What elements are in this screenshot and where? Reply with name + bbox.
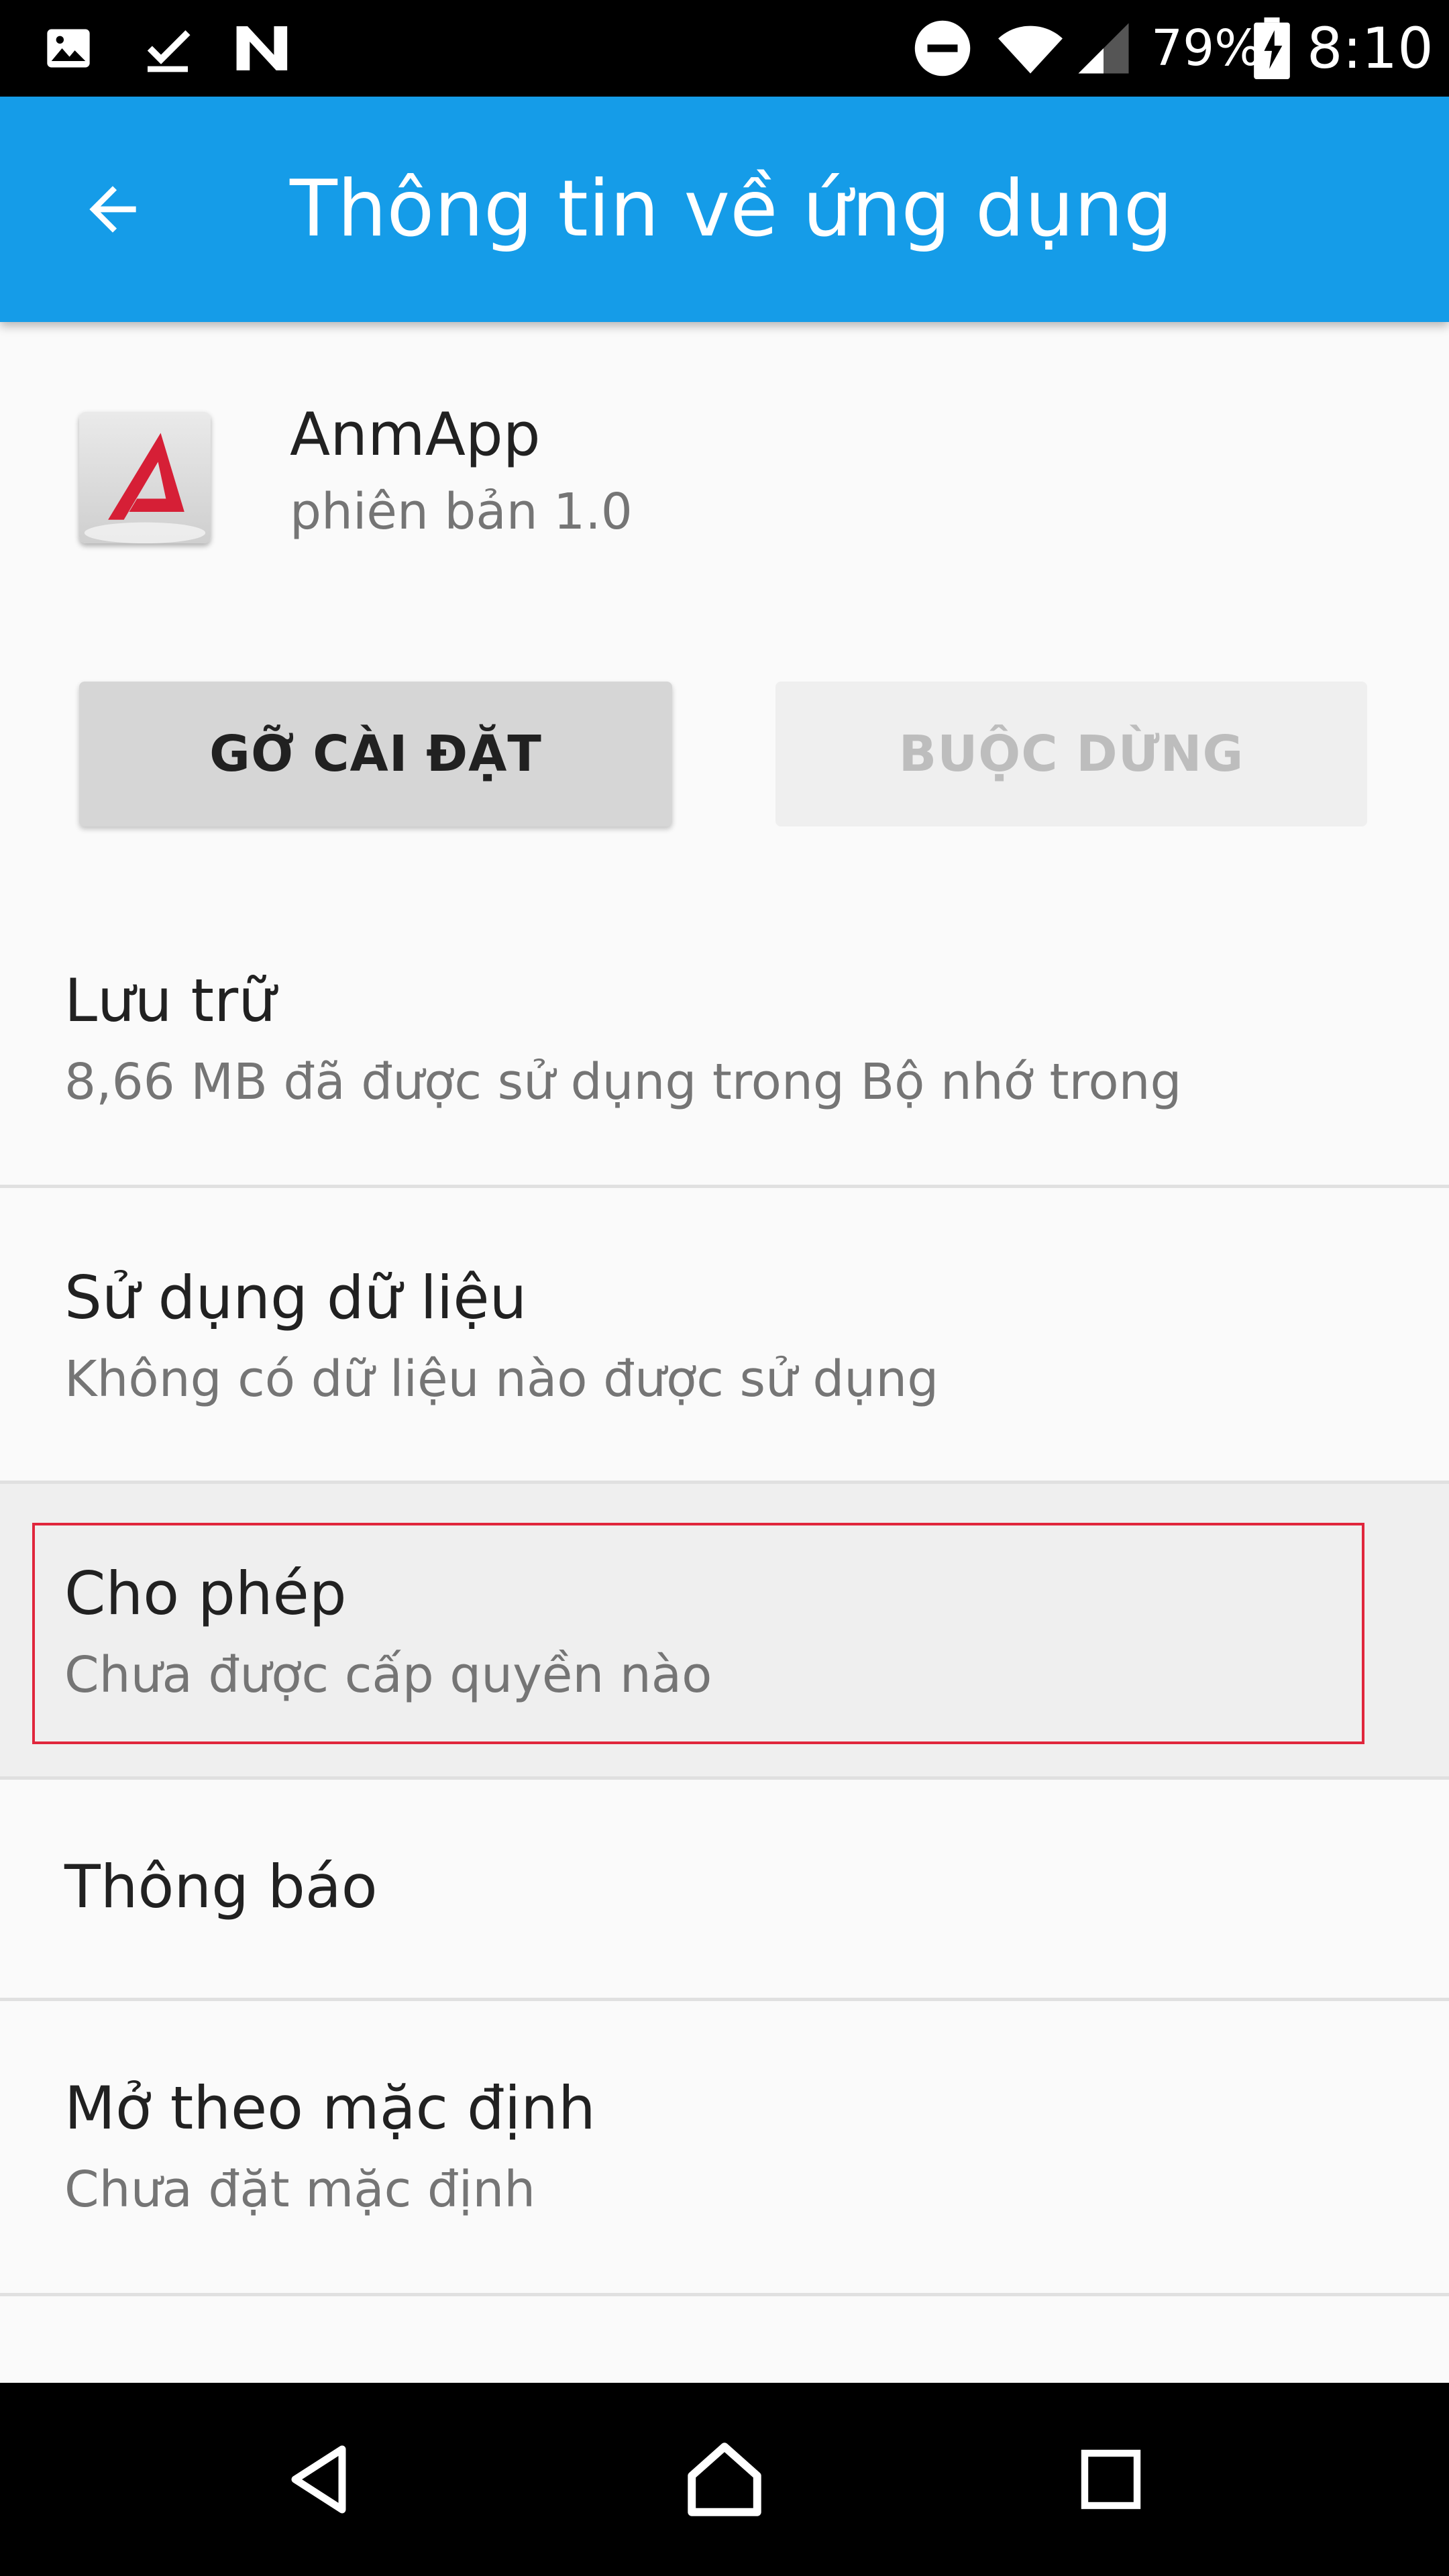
- notifications-title: Thông báo: [64, 1852, 378, 1921]
- status-time: 8:10: [1307, 15, 1434, 81]
- battery-percent: 79%: [1151, 19, 1262, 77]
- app-header: AnmApp phiên bản 1.0: [0, 322, 1449, 631]
- recents-icon: [1081, 2449, 1141, 2510]
- page-title: Thông tin về ứng dụng: [290, 164, 1173, 254]
- back-button[interactable]: [64, 161, 161, 258]
- storage-summary: 8,66 MB đã được sử dụng trong Bộ nhớ tro…: [64, 1053, 1182, 1111]
- nav-recents-button[interactable]: [1014, 2383, 1208, 2576]
- app-name: AnmApp: [290, 400, 541, 469]
- uninstall-button[interactable]: GỠ CÀI ĐẶT: [79, 682, 672, 826]
- back-icon: [291, 2445, 346, 2514]
- image-icon: [43, 0, 94, 97]
- checkmark-icon: [141, 0, 195, 97]
- nav-home-button[interactable]: [628, 2383, 821, 2576]
- n-icon: [232, 0, 294, 97]
- dnd-icon: [912, 0, 973, 97]
- navigation-bar: [0, 2383, 1449, 2576]
- nav-back-button[interactable]: [225, 2383, 419, 2576]
- wifi-icon: [997, 0, 1064, 97]
- notifications-item[interactable]: Thông báo: [0, 1780, 1449, 1998]
- status-bar: 79% 8:10: [0, 0, 1449, 97]
- data-usage-summary: Không có dữ liệu nào được sử dụng: [64, 1350, 939, 1408]
- app-bar: Thông tin về ứng dụng: [0, 97, 1449, 322]
- open-by-default-title: Mở theo mặc định: [64, 2074, 596, 2143]
- divider: [0, 2293, 1449, 2296]
- signal-icon: [1073, 0, 1134, 97]
- home-icon: [688, 2443, 761, 2516]
- data-usage-item[interactable]: Sử dụng dữ liệu Không có dữ liệu nào đượ…: [0, 1188, 1449, 1481]
- data-usage-title: Sử dụng dữ liệu: [64, 1263, 527, 1332]
- open-by-default-summary: Chưa đặt mặc định: [64, 2161, 536, 2218]
- app-logo-icon: [79, 412, 211, 543]
- highlight-box: [32, 1523, 1364, 1744]
- app-version: phiên bản 1.0: [290, 483, 633, 541]
- storage-item[interactable]: Lưu trữ 8,66 MB đã được sử dụng trong Bộ…: [0, 926, 1449, 1186]
- open-by-default-item[interactable]: Mở theo mặc định Chưa đặt mặc định: [0, 2001, 1449, 2294]
- arrow-back-icon: [89, 186, 136, 233]
- force-stop-button[interactable]: BUỘC DỪNG: [775, 682, 1367, 826]
- battery-charging-icon: [1253, 0, 1291, 97]
- storage-title: Lưu trữ: [64, 966, 276, 1035]
